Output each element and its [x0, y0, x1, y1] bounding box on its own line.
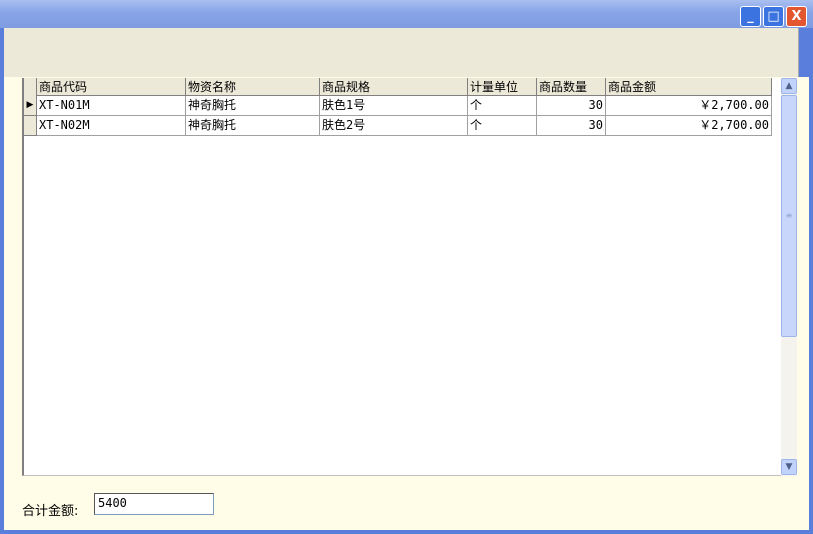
cell-unit[interactable]: 个 — [468, 96, 537, 116]
column-header[interactable]: 商品金额 — [606, 78, 772, 96]
column-header[interactable]: 商品代码 — [37, 78, 186, 96]
column-header[interactable]: 计量单位 — [468, 78, 537, 96]
grid-header: 商品代码 物资名称 商品规格 计量单位 商品数量 商品金额 — [24, 78, 772, 98]
scroll-down-icon[interactable]: ▼ — [781, 459, 797, 475]
column-header[interactable]: 物资名称 — [186, 78, 320, 96]
current-row-indicator-icon: ▶ — [24, 96, 37, 116]
scroll-thumb[interactable]: ≡ — [781, 95, 797, 337]
total-amount-field[interactable]: 5400 — [94, 493, 214, 515]
column-header[interactable]: 商品规格 — [320, 78, 468, 96]
window: _ □ X 商品代码 物资名称 商品规格 计量单位 商品数量 商品金额 ▶ XT… — [0, 0, 813, 534]
title-bar: _ □ X — [0, 0, 813, 28]
scroll-up-icon[interactable]: ▲ — [781, 78, 797, 94]
column-header[interactable]: 商品数量 — [537, 78, 606, 96]
cell-amount[interactable]: ￥2,700.00 — [606, 96, 772, 116]
cell-code[interactable]: XT-N02M — [37, 116, 186, 136]
cell-name[interactable]: 神奇胸托 — [186, 116, 320, 136]
toolbar-area — [4, 28, 799, 77]
close-button[interactable]: X — [786, 6, 807, 27]
table-row[interactable]: ▶ XT-N01M 神奇胸托 肤色1号 个 30 ￥2,700.00 — [24, 96, 772, 116]
cell-code[interactable]: XT-N01M — [37, 96, 186, 116]
row-indicator — [24, 116, 37, 136]
cell-amount[interactable]: ￥2,700.00 — [606, 116, 772, 136]
cell-name[interactable]: 神奇胸托 — [186, 96, 320, 116]
minimize-button[interactable]: _ — [740, 6, 761, 27]
cell-quantity[interactable]: 30 — [537, 116, 606, 136]
data-grid[interactable]: 商品代码 物资名称 商品规格 计量单位 商品数量 商品金额 ▶ XT-N01M … — [22, 78, 781, 476]
cell-spec[interactable]: 肤色1号 — [320, 96, 468, 116]
cell-unit[interactable]: 个 — [468, 116, 537, 136]
vertical-scrollbar[interactable]: ▲ ≡ ▼ — [781, 78, 797, 476]
total-amount-label: 合计金额: — [22, 504, 79, 519]
cell-quantity[interactable]: 30 — [537, 96, 606, 116]
cell-spec[interactable]: 肤色2号 — [320, 116, 468, 136]
table-row[interactable]: XT-N02M 神奇胸托 肤色2号 个 30 ￥2,700.00 — [24, 116, 772, 136]
maximize-button[interactable]: □ — [763, 6, 784, 27]
header-indicator — [24, 78, 37, 98]
